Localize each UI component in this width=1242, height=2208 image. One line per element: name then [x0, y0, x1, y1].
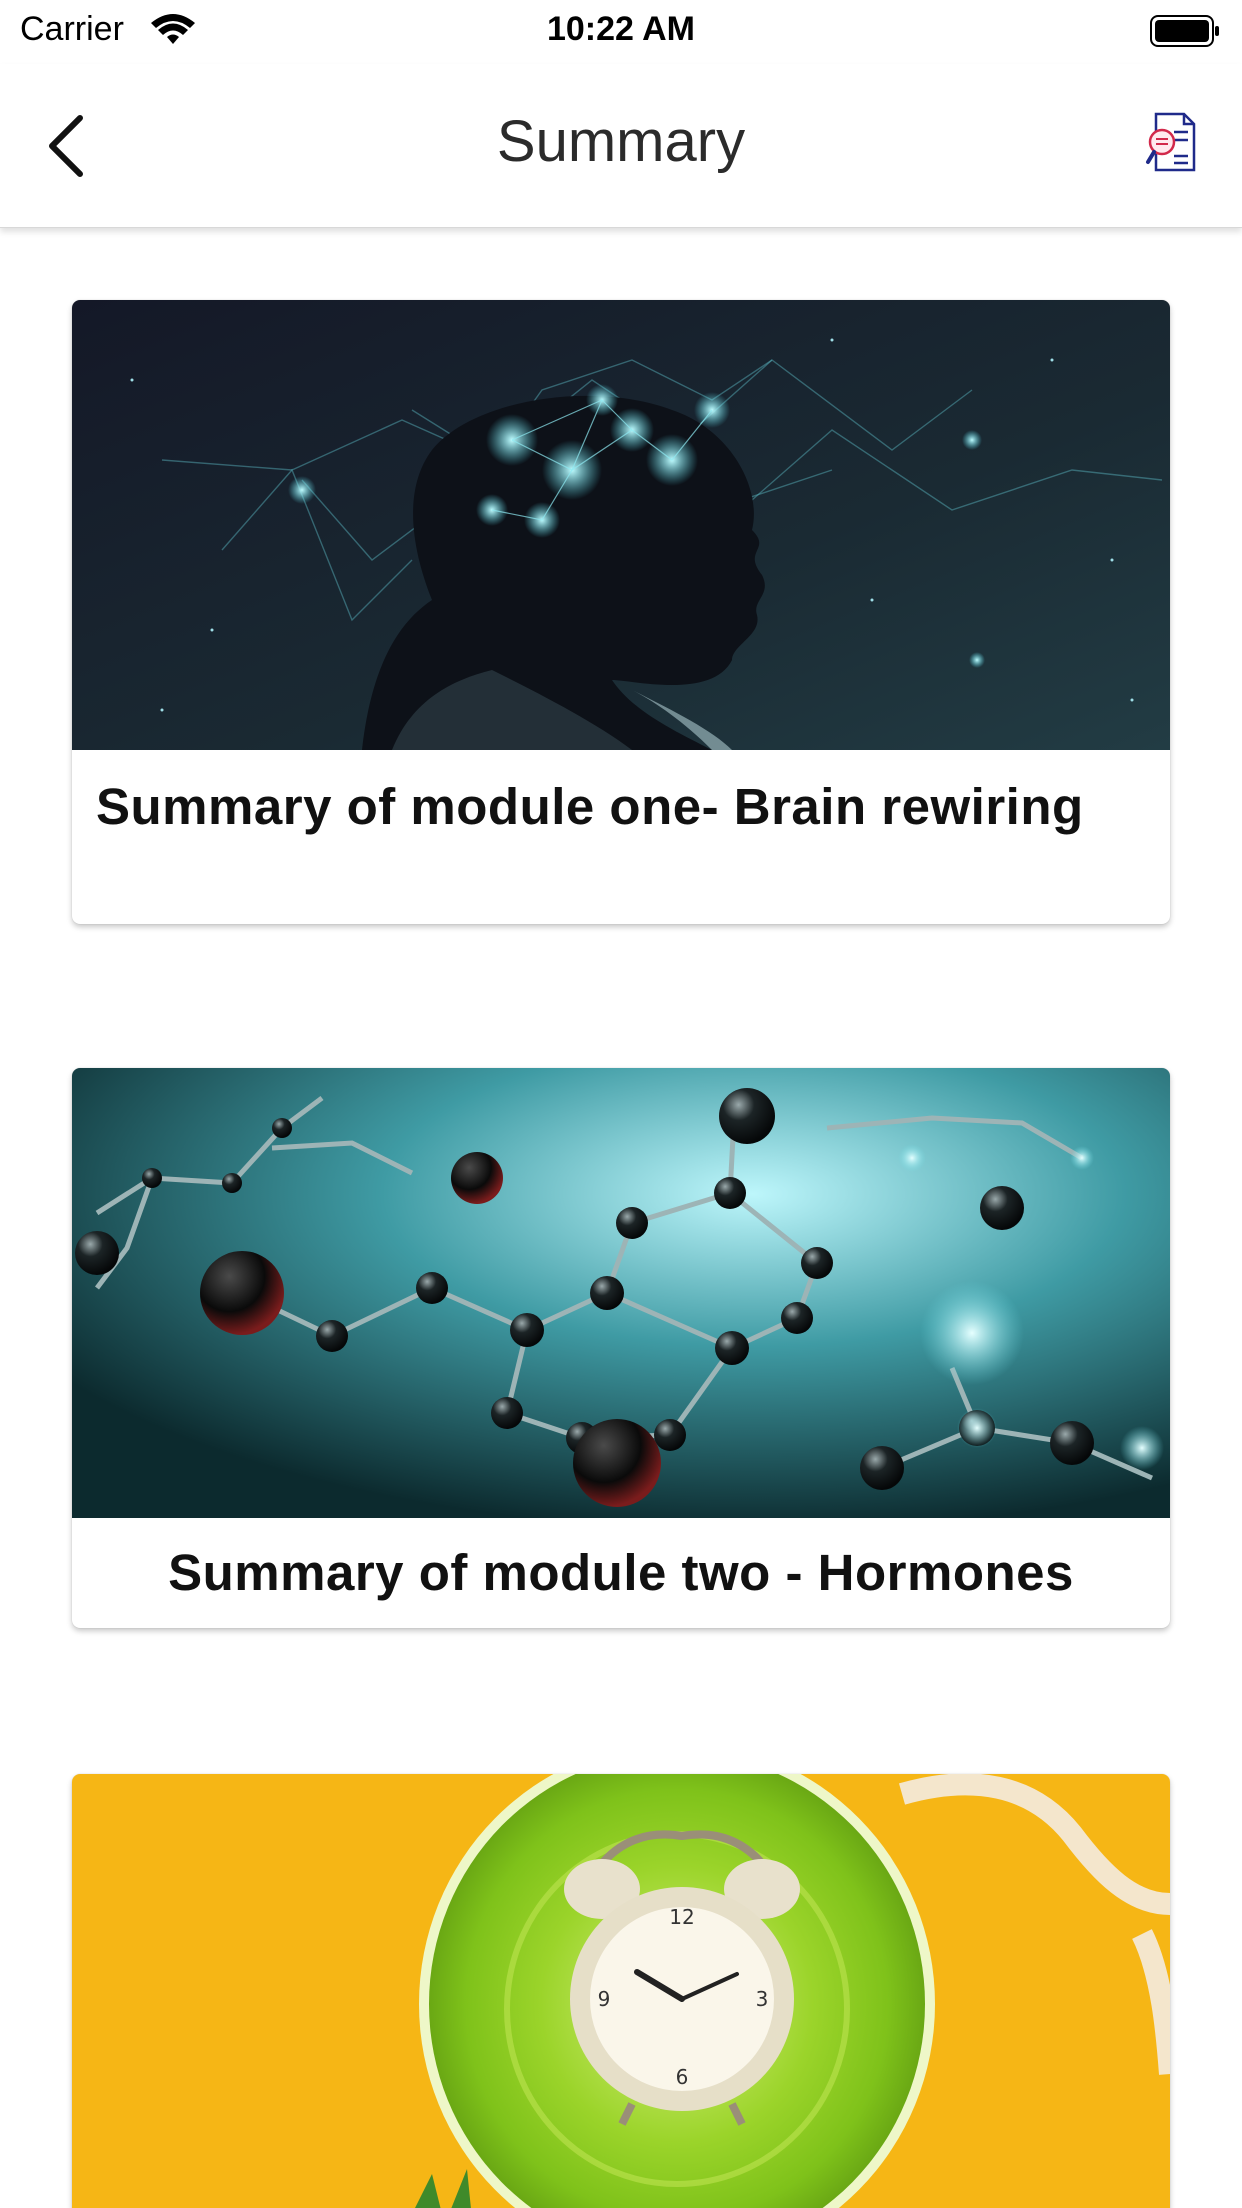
clock-plate-image: 12 3 6 9: [72, 1774, 1170, 2208]
svg-text:9: 9: [598, 1987, 611, 2011]
card-title: Summary of module one- Brain rewiring: [96, 778, 1084, 835]
battery-icon: [1150, 15, 1219, 47]
status-time: 10:22 AM: [546, 10, 696, 48]
card-title: Summary of module two - Hormones: [168, 1544, 1074, 1601]
molecule-image: [72, 1068, 1170, 1518]
navigation-bar: Summary: [0, 64, 1242, 228]
summary-card-module-one[interactable]: Summary of module one- Brain rewiring: [72, 300, 1170, 924]
brain-network-image: [72, 300, 1170, 750]
status-bar: Carrier 10:22 AM: [0, 0, 1242, 64]
summary-list[interactable]: Summary of module one- Brain rewiring Su…: [0, 228, 1242, 2208]
svg-text:3: 3: [756, 1987, 769, 2011]
summary-card-module-three[interactable]: 12 3 6 9: [72, 1774, 1170, 2208]
svg-text:6: 6: [676, 2065, 689, 2089]
document-search-icon[interactable]: [1144, 110, 1200, 174]
svg-text:12: 12: [669, 1905, 694, 1929]
summary-card-module-two[interactable]: Summary of module two - Hormones: [72, 1068, 1170, 1628]
page-title: Summary: [496, 109, 746, 174]
